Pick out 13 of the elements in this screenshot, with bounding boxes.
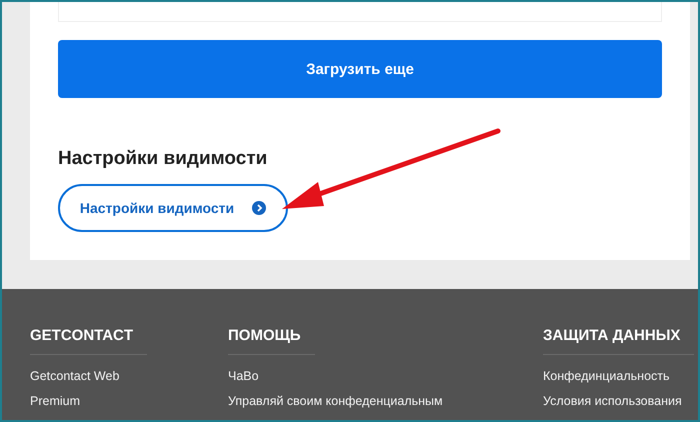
footer-link[interactable]: Управляй своим конфеденциальным: [228, 394, 543, 408]
visibility-settings-button[interactable]: Настройки видимости: [58, 184, 288, 232]
footer-heading: ЗАЩИТА ДАННЫХ: [543, 327, 694, 355]
footer-link[interactable]: ЧаВо: [228, 369, 543, 383]
footer-link[interactable]: Premium: [30, 394, 228, 408]
footer-heading: ПОМОЩЬ: [228, 327, 315, 355]
chevron-circle-icon: [252, 201, 266, 215]
load-more-button[interactable]: Загрузить еще: [58, 40, 662, 98]
footer-link[interactable]: Getcontact Web: [30, 369, 228, 383]
footer-link[interactable]: Конфединциальность: [543, 369, 698, 383]
section-heading: Настройки видимости: [58, 148, 268, 170]
footer-link[interactable]: Условия использования: [543, 394, 698, 408]
footer-heading: GETCONTACT: [30, 327, 148, 355]
